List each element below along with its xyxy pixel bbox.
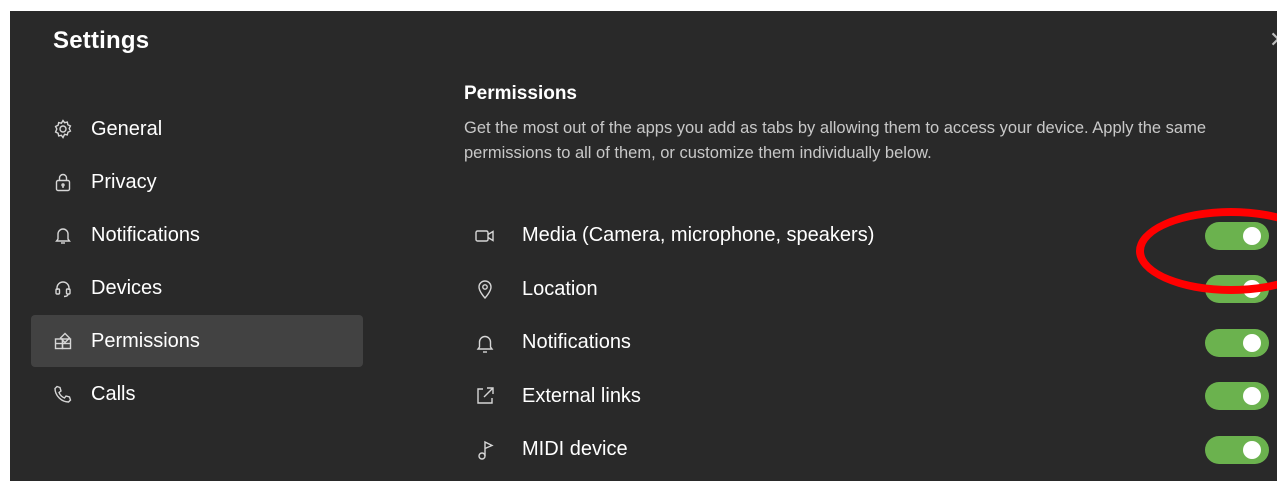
permission-label: Location xyxy=(522,277,598,300)
permission-label: MIDI device xyxy=(522,438,628,461)
external-link-icon xyxy=(474,385,496,407)
camera-icon xyxy=(474,225,496,247)
section-description: Get the most out of the apps you add as … xyxy=(464,119,1207,162)
sidebar-item-label: Calls xyxy=(91,382,136,405)
sidebar-item-label: General xyxy=(91,117,163,140)
bell-icon xyxy=(474,332,496,354)
close-icon[interactable]: ✕ xyxy=(1269,29,1277,51)
sidebar-item-general[interactable]: General xyxy=(31,103,363,155)
location-toggle[interactable] xyxy=(1205,275,1269,304)
sidebar-item-label: Notifications xyxy=(91,223,200,246)
permission-label: Media (Camera, microphone, speakers) xyxy=(522,224,875,247)
bell-icon xyxy=(53,225,73,245)
sidebar-item-label: Privacy xyxy=(91,170,157,193)
music-note-icon xyxy=(474,439,496,461)
settings-dialog: Settings ✕ General Privacy Notifications… xyxy=(10,11,1277,481)
sidebar-item-notifications[interactable]: Notifications xyxy=(31,209,363,261)
headset-icon xyxy=(53,278,73,298)
sidebar-item-devices[interactable]: Devices xyxy=(31,262,363,314)
permissions-list: Media (Camera, microphone, speakers) Loc… xyxy=(464,209,1269,477)
settings-sidebar: General Privacy Notifications Devices Pe… xyxy=(31,103,363,421)
sidebar-item-label: Devices xyxy=(91,276,163,299)
permission-row-external-links: External links xyxy=(464,370,1269,424)
apps-icon xyxy=(53,331,73,351)
location-icon xyxy=(474,278,496,300)
permission-row-location: Location xyxy=(464,263,1269,317)
sidebar-item-privacy[interactable]: Privacy xyxy=(31,156,363,208)
toggle-knob xyxy=(1243,226,1261,245)
lock-icon xyxy=(53,172,73,192)
permission-row-midi: MIDI device xyxy=(464,423,1269,477)
gear-icon xyxy=(53,119,73,139)
midi-toggle[interactable] xyxy=(1205,435,1269,464)
sidebar-item-label: Permissions xyxy=(91,329,200,352)
phone-icon xyxy=(53,384,73,404)
permission-row-notifications: Notifications xyxy=(464,316,1269,370)
section-title: Permissions xyxy=(464,83,577,104)
sidebar-item-calls[interactable]: Calls xyxy=(31,368,363,420)
permission-label: External links xyxy=(522,384,641,407)
external-links-toggle[interactable] xyxy=(1205,382,1269,411)
permission-row-media: Media (Camera, microphone, speakers) xyxy=(464,209,1269,263)
toggle-knob xyxy=(1243,440,1261,459)
sidebar-item-permissions[interactable]: Permissions xyxy=(31,315,363,367)
permission-label: Notifications xyxy=(522,331,631,354)
dialog-title: Settings xyxy=(53,27,150,54)
notifications-toggle[interactable] xyxy=(1205,328,1269,357)
toggle-knob xyxy=(1243,333,1261,352)
toggle-knob xyxy=(1243,387,1261,406)
permissions-section: Permissions Get the most out of the apps… xyxy=(464,83,1277,166)
media-toggle[interactable] xyxy=(1205,221,1269,250)
toggle-knob xyxy=(1243,280,1261,299)
